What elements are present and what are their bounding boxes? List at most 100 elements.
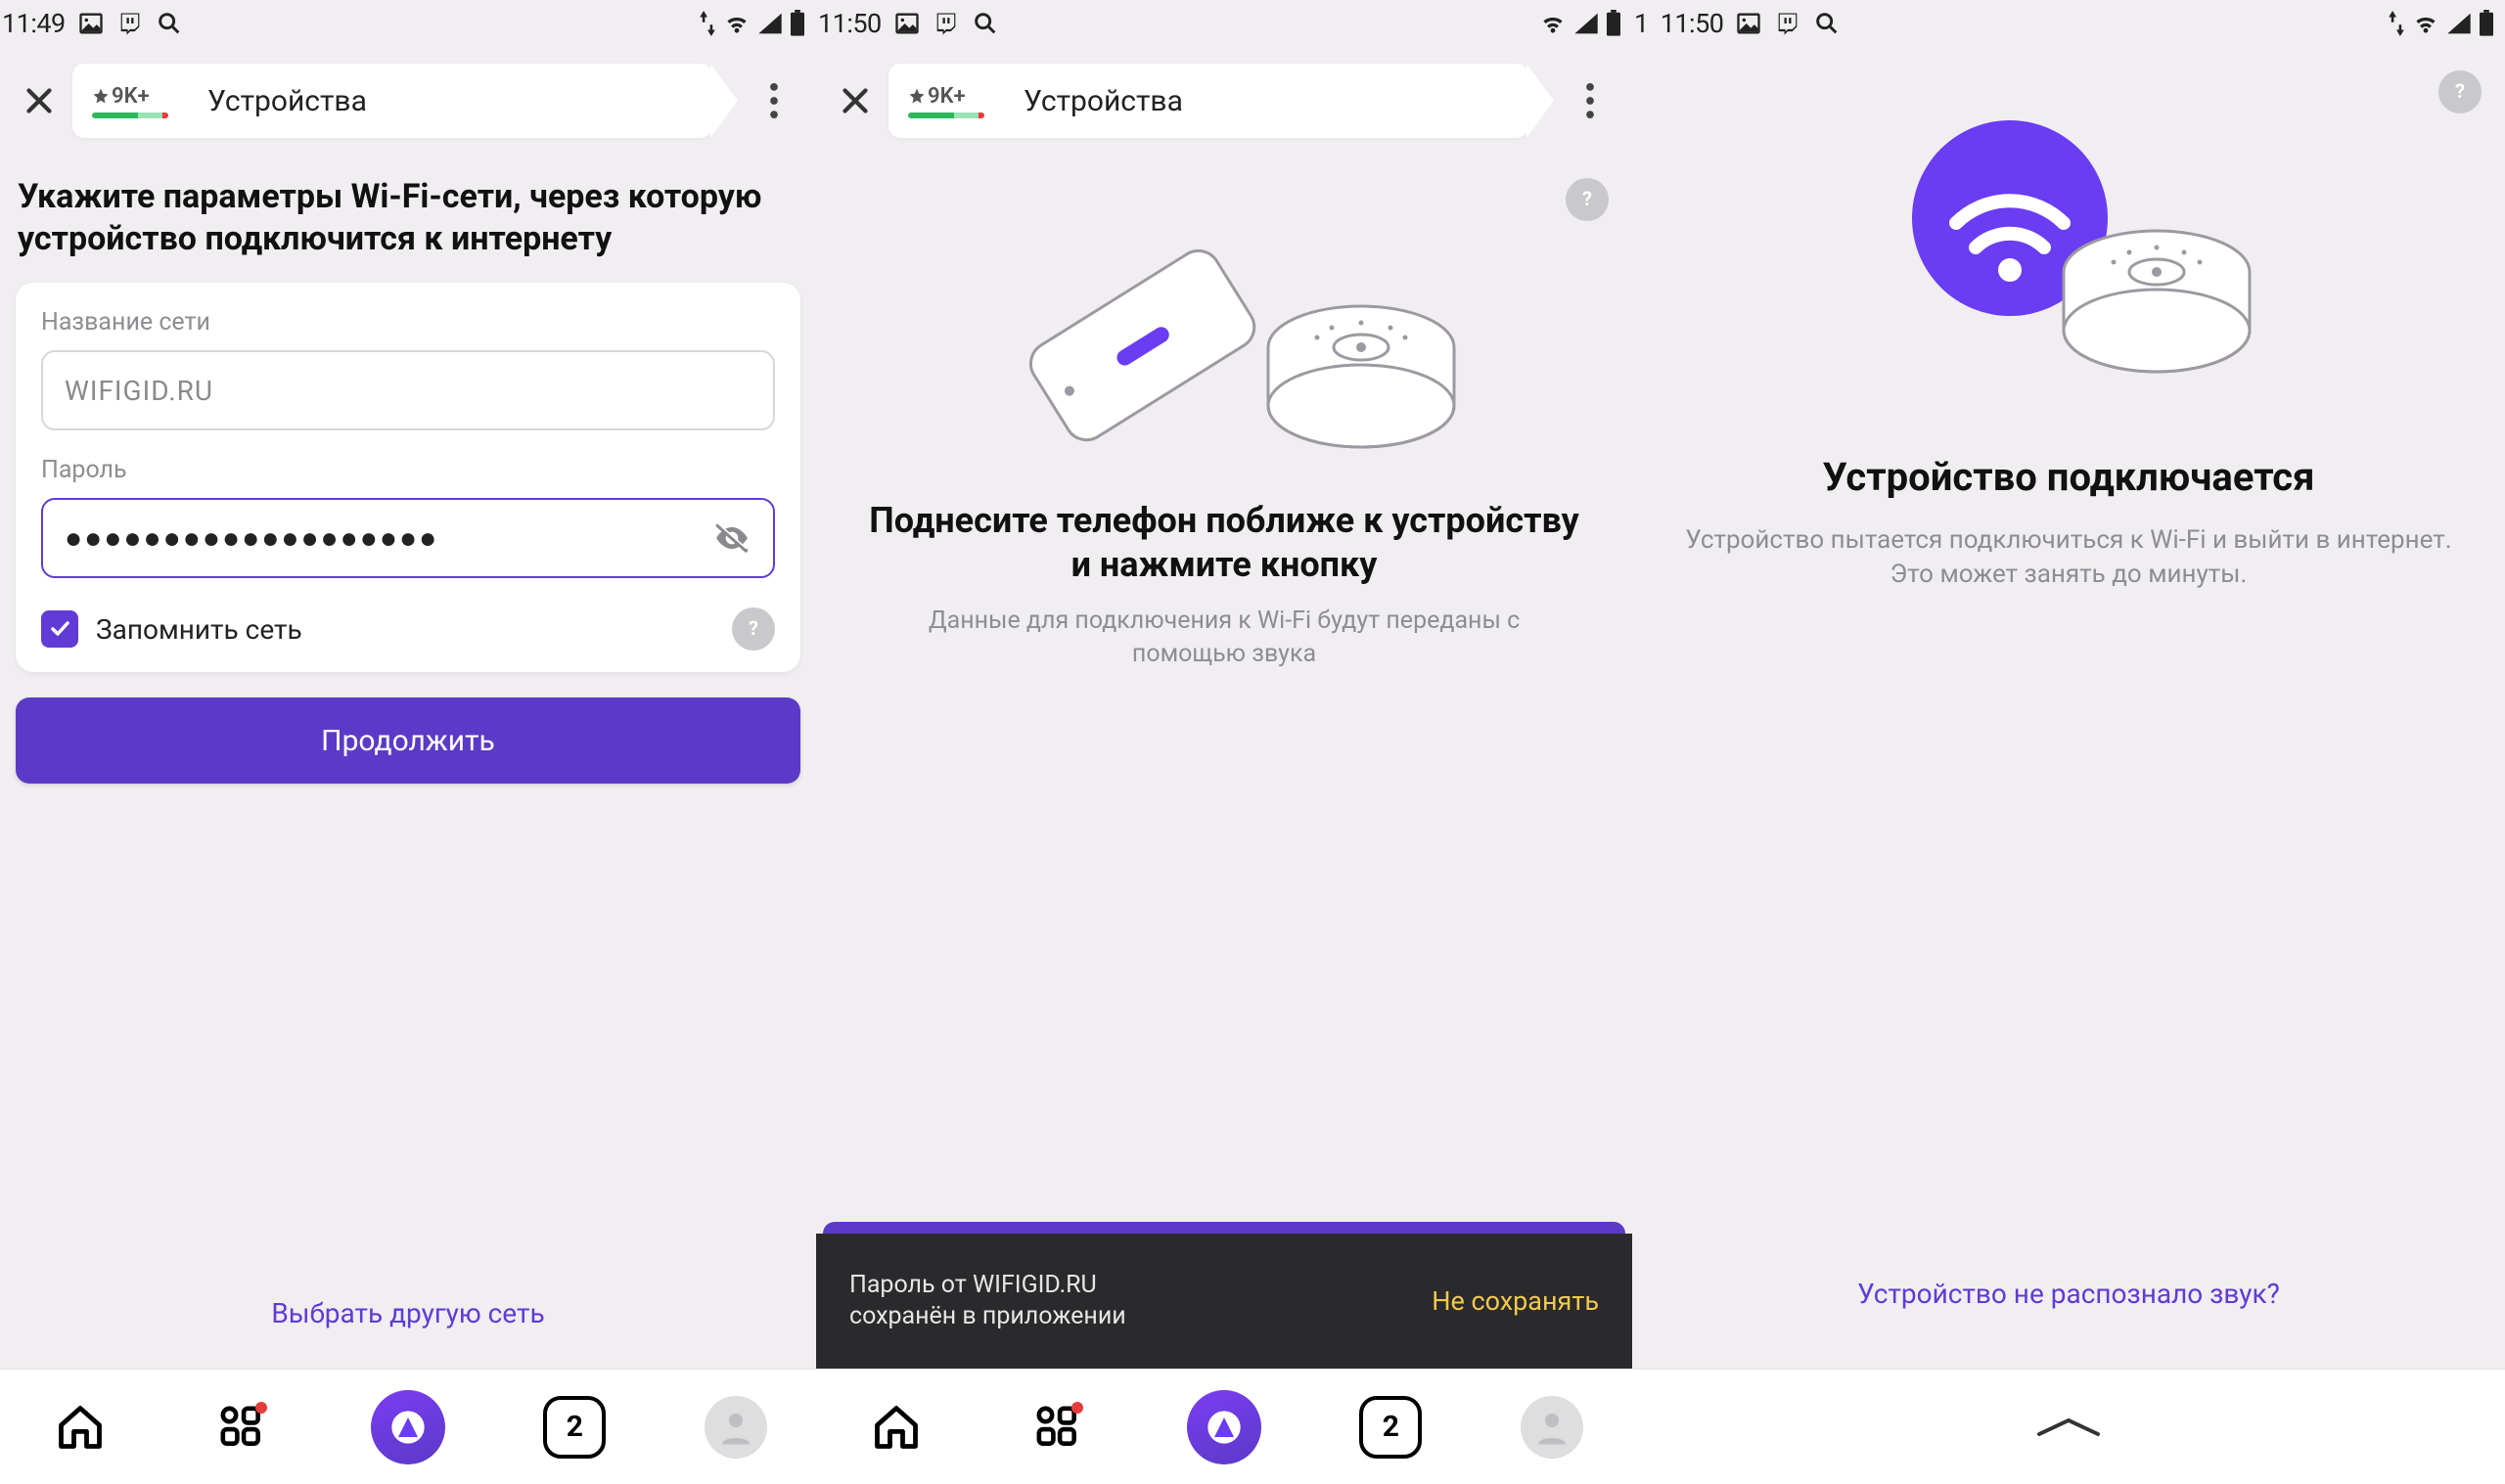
battery-icon — [2478, 10, 2495, 37]
signal-icon — [757, 12, 783, 35]
toast: Пароль от WIFIGID.RU сохранён в приложен… — [816, 1234, 1632, 1369]
notification-dot — [1071, 1402, 1083, 1414]
battery-icon — [1605, 10, 1622, 37]
alt-link-row: Выбрать другую сеть — [14, 1297, 802, 1369]
collapse-handle-icon[interactable] — [2029, 1413, 2108, 1442]
question-icon: ? — [1575, 188, 1599, 211]
tab[interactable]: 9K+ Устройства — [72, 64, 712, 138]
twitch-icon — [1774, 10, 1801, 37]
twitch-icon — [116, 10, 144, 37]
network-value: WIFIGID.RU — [65, 375, 752, 407]
illustration — [1646, 76, 2491, 419]
page-subtitle: Устройство пытается подключиться к Wi-Fi… — [1685, 523, 2452, 592]
help-button[interactable]: ? — [732, 607, 775, 651]
continue-label: Продолжить — [321, 724, 495, 758]
nav-alice[interactable] — [371, 1390, 445, 1464]
content: ? Подн — [816, 155, 1632, 1369]
nav-tabs[interactable]: 2 — [1359, 1396, 1422, 1459]
title-bar: 9K+ Устройства — [0, 47, 816, 155]
alice-icon — [1205, 1408, 1244, 1447]
page-subtitle: Данные для подключения к Wi-Fi будут пер… — [830, 587, 1618, 671]
image-icon — [77, 10, 105, 37]
avatar-icon — [705, 1396, 767, 1459]
remember-row: Запомнить сеть ? — [41, 607, 775, 651]
search-icon — [972, 10, 999, 37]
question-icon: ? — [2448, 80, 2472, 104]
question-icon: ? — [742, 617, 765, 641]
status-time-prefix: 1 — [1634, 8, 1649, 39]
battery-icon — [789, 10, 806, 37]
close-button[interactable] — [18, 79, 61, 122]
help-button[interactable]: ? — [2438, 70, 2482, 113]
wifi-icon — [722, 12, 752, 35]
tabs-count: 2 — [1359, 1396, 1422, 1459]
wifi-icon — [1538, 12, 1568, 35]
tab-title: Устройства — [1024, 84, 1183, 118]
network-input[interactable]: WIFIGID.RU — [41, 350, 775, 430]
star-icon — [908, 87, 926, 105]
nav-home[interactable] — [49, 1396, 112, 1459]
nav-alice[interactable] — [1187, 1390, 1261, 1464]
screen-bring-closer: 11:50 9K+ Устройства — [816, 0, 1632, 1484]
content: Укажите параметры Wi-Fi-сети, через кото… — [0, 155, 816, 1369]
remember-checkbox[interactable] — [41, 610, 78, 648]
alt-link-row: Устройство не распознало звук? — [1646, 1278, 2491, 1369]
status-bar: 1 11:50 — [1632, 0, 2505, 47]
screen-wifi-params: 11:49 9K+ Устройства — [0, 0, 816, 1484]
page-heading: Укажите параметры Wi-Fi-сети, через кото… — [14, 176, 802, 283]
updown-icon — [2388, 11, 2405, 36]
nav-services[interactable] — [1026, 1396, 1089, 1459]
toggle-visibility-button[interactable] — [712, 518, 752, 558]
toast-action-button[interactable]: Не сохранять — [1432, 1285, 1599, 1317]
signal-icon — [2446, 12, 2472, 35]
password-input[interactable]: ●●●●●●●●●●●●●●●●●●● — [41, 498, 775, 578]
toast-top-edge — [823, 1222, 1625, 1234]
star-icon — [92, 87, 110, 105]
status-time: 11:49 — [2, 8, 66, 39]
nav-home[interactable] — [865, 1396, 928, 1459]
nav-profile[interactable] — [1521, 1396, 1583, 1459]
status-time: 11:50 — [818, 8, 882, 39]
eye-off-icon — [713, 519, 751, 557]
search-icon — [1813, 10, 1841, 37]
page-title: Поднесите телефон поближе к устройству и… — [830, 499, 1618, 587]
home-icon — [871, 1402, 922, 1453]
signal-icon — [1573, 12, 1599, 35]
tab-rating: 9K+ — [92, 84, 168, 118]
wifi-form-card: Название сети WIFIGID.RU Пароль ●●●●●●●●… — [16, 283, 800, 672]
rating-bar — [92, 112, 168, 118]
bottom-nav: 2 — [816, 1369, 1632, 1484]
home-icon — [55, 1402, 106, 1453]
tabs-count: 2 — [543, 1396, 606, 1459]
password-value: ●●●●●●●●●●●●●●●●●●● — [65, 521, 712, 556]
updown-icon — [699, 11, 716, 36]
bottom-nav — [1632, 1369, 2505, 1484]
not-recognized-link[interactable]: Устройство не распознало звук? — [1857, 1278, 2280, 1310]
title-bar: 9K+ Устройства — [816, 47, 1632, 155]
choose-other-network-link[interactable]: Выбрать другую сеть — [271, 1297, 544, 1329]
status-time: 11:50 — [1661, 8, 1724, 39]
status-bar: 11:49 — [0, 0, 816, 47]
image-icon — [1735, 10, 1762, 37]
network-label: Название сети — [41, 308, 775, 337]
image-icon — [893, 10, 921, 37]
content: ? — [1632, 47, 2505, 1369]
tab[interactable]: 9K+ Устройства — [888, 64, 1528, 138]
menu-dots-button[interactable] — [1566, 76, 1615, 125]
nav-profile[interactable] — [705, 1396, 767, 1459]
status-bar: 11:50 — [816, 0, 1632, 47]
tab-title: Устройства — [207, 84, 367, 118]
page-title: Устройство подключается — [1646, 454, 2491, 500]
toast-message: Пароль от WIFIGID.RU сохранён в приложен… — [849, 1270, 1126, 1333]
menu-dots-button[interactable] — [750, 76, 798, 125]
twitch-icon — [933, 10, 960, 37]
svg-text:?: ? — [1582, 188, 1592, 210]
nav-services[interactable] — [210, 1396, 273, 1459]
continue-button[interactable]: Продолжить — [16, 697, 800, 784]
help-button[interactable]: ? — [1566, 178, 1609, 221]
notification-dot — [255, 1402, 267, 1414]
rating-value: 9K+ — [928, 84, 966, 109]
nav-tabs[interactable]: 2 — [543, 1396, 606, 1459]
close-button[interactable] — [834, 79, 877, 122]
check-icon — [48, 617, 71, 641]
